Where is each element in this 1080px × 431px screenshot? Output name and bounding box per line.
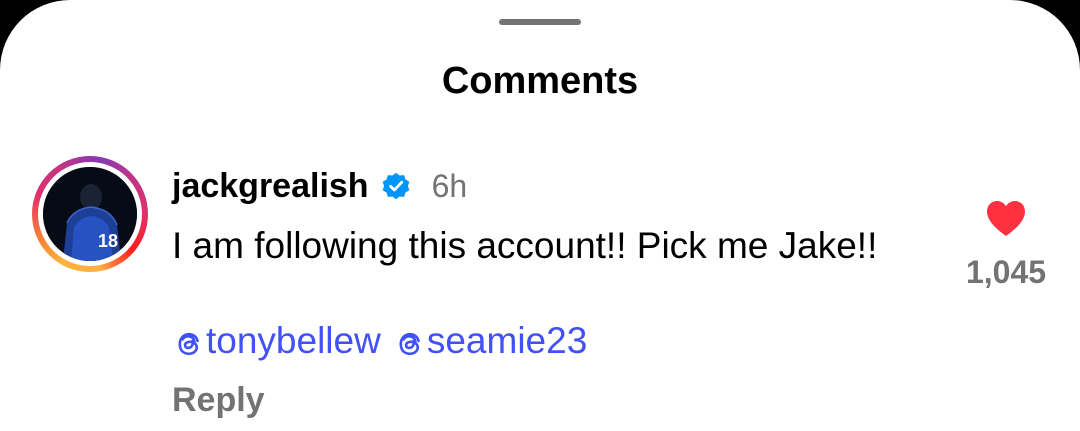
comment-header: jackgrealish 6h [172,164,467,208]
mention-handle: seamie23 [426,320,588,361]
comment-text: I am following this account!! Pick me Ja… [172,225,878,266]
avatar-jersey-number: 18 [98,231,118,251]
mention-seamie23[interactable]: seamie23 [393,318,587,364]
comment-item: 18 jackgrealish 6h I am following this a… [0,150,1080,431]
mention-tonybellew[interactable]: tonybellew [172,318,381,364]
avatar[interactable]: 18 [43,167,137,261]
story-ring[interactable]: 18 [32,156,148,272]
reply-button[interactable]: Reply [172,378,265,422]
avatar-gap: 18 [38,162,142,266]
like-column: 1,045 [948,198,1064,292]
comment-mentions: tonybellew seamie23 [172,318,599,364]
threads-icon [172,325,204,357]
mention-handle: tonybellew [206,320,381,361]
threads-icon [393,325,425,357]
sheet-drag-handle[interactable] [499,19,581,25]
comment-username[interactable]: jackgrealish [172,164,369,208]
avatar-image: 18 [43,167,137,261]
verified-badge-icon [380,170,412,202]
like-heart-icon[interactable] [984,198,1028,238]
sheet-title: Comments [441,60,639,102]
like-count: 1,045 [965,254,1047,290]
comment-time: 6h [431,168,468,204]
comments-sheet: Comments 18 jackgrealish 6h I am followi… [0,0,1080,431]
